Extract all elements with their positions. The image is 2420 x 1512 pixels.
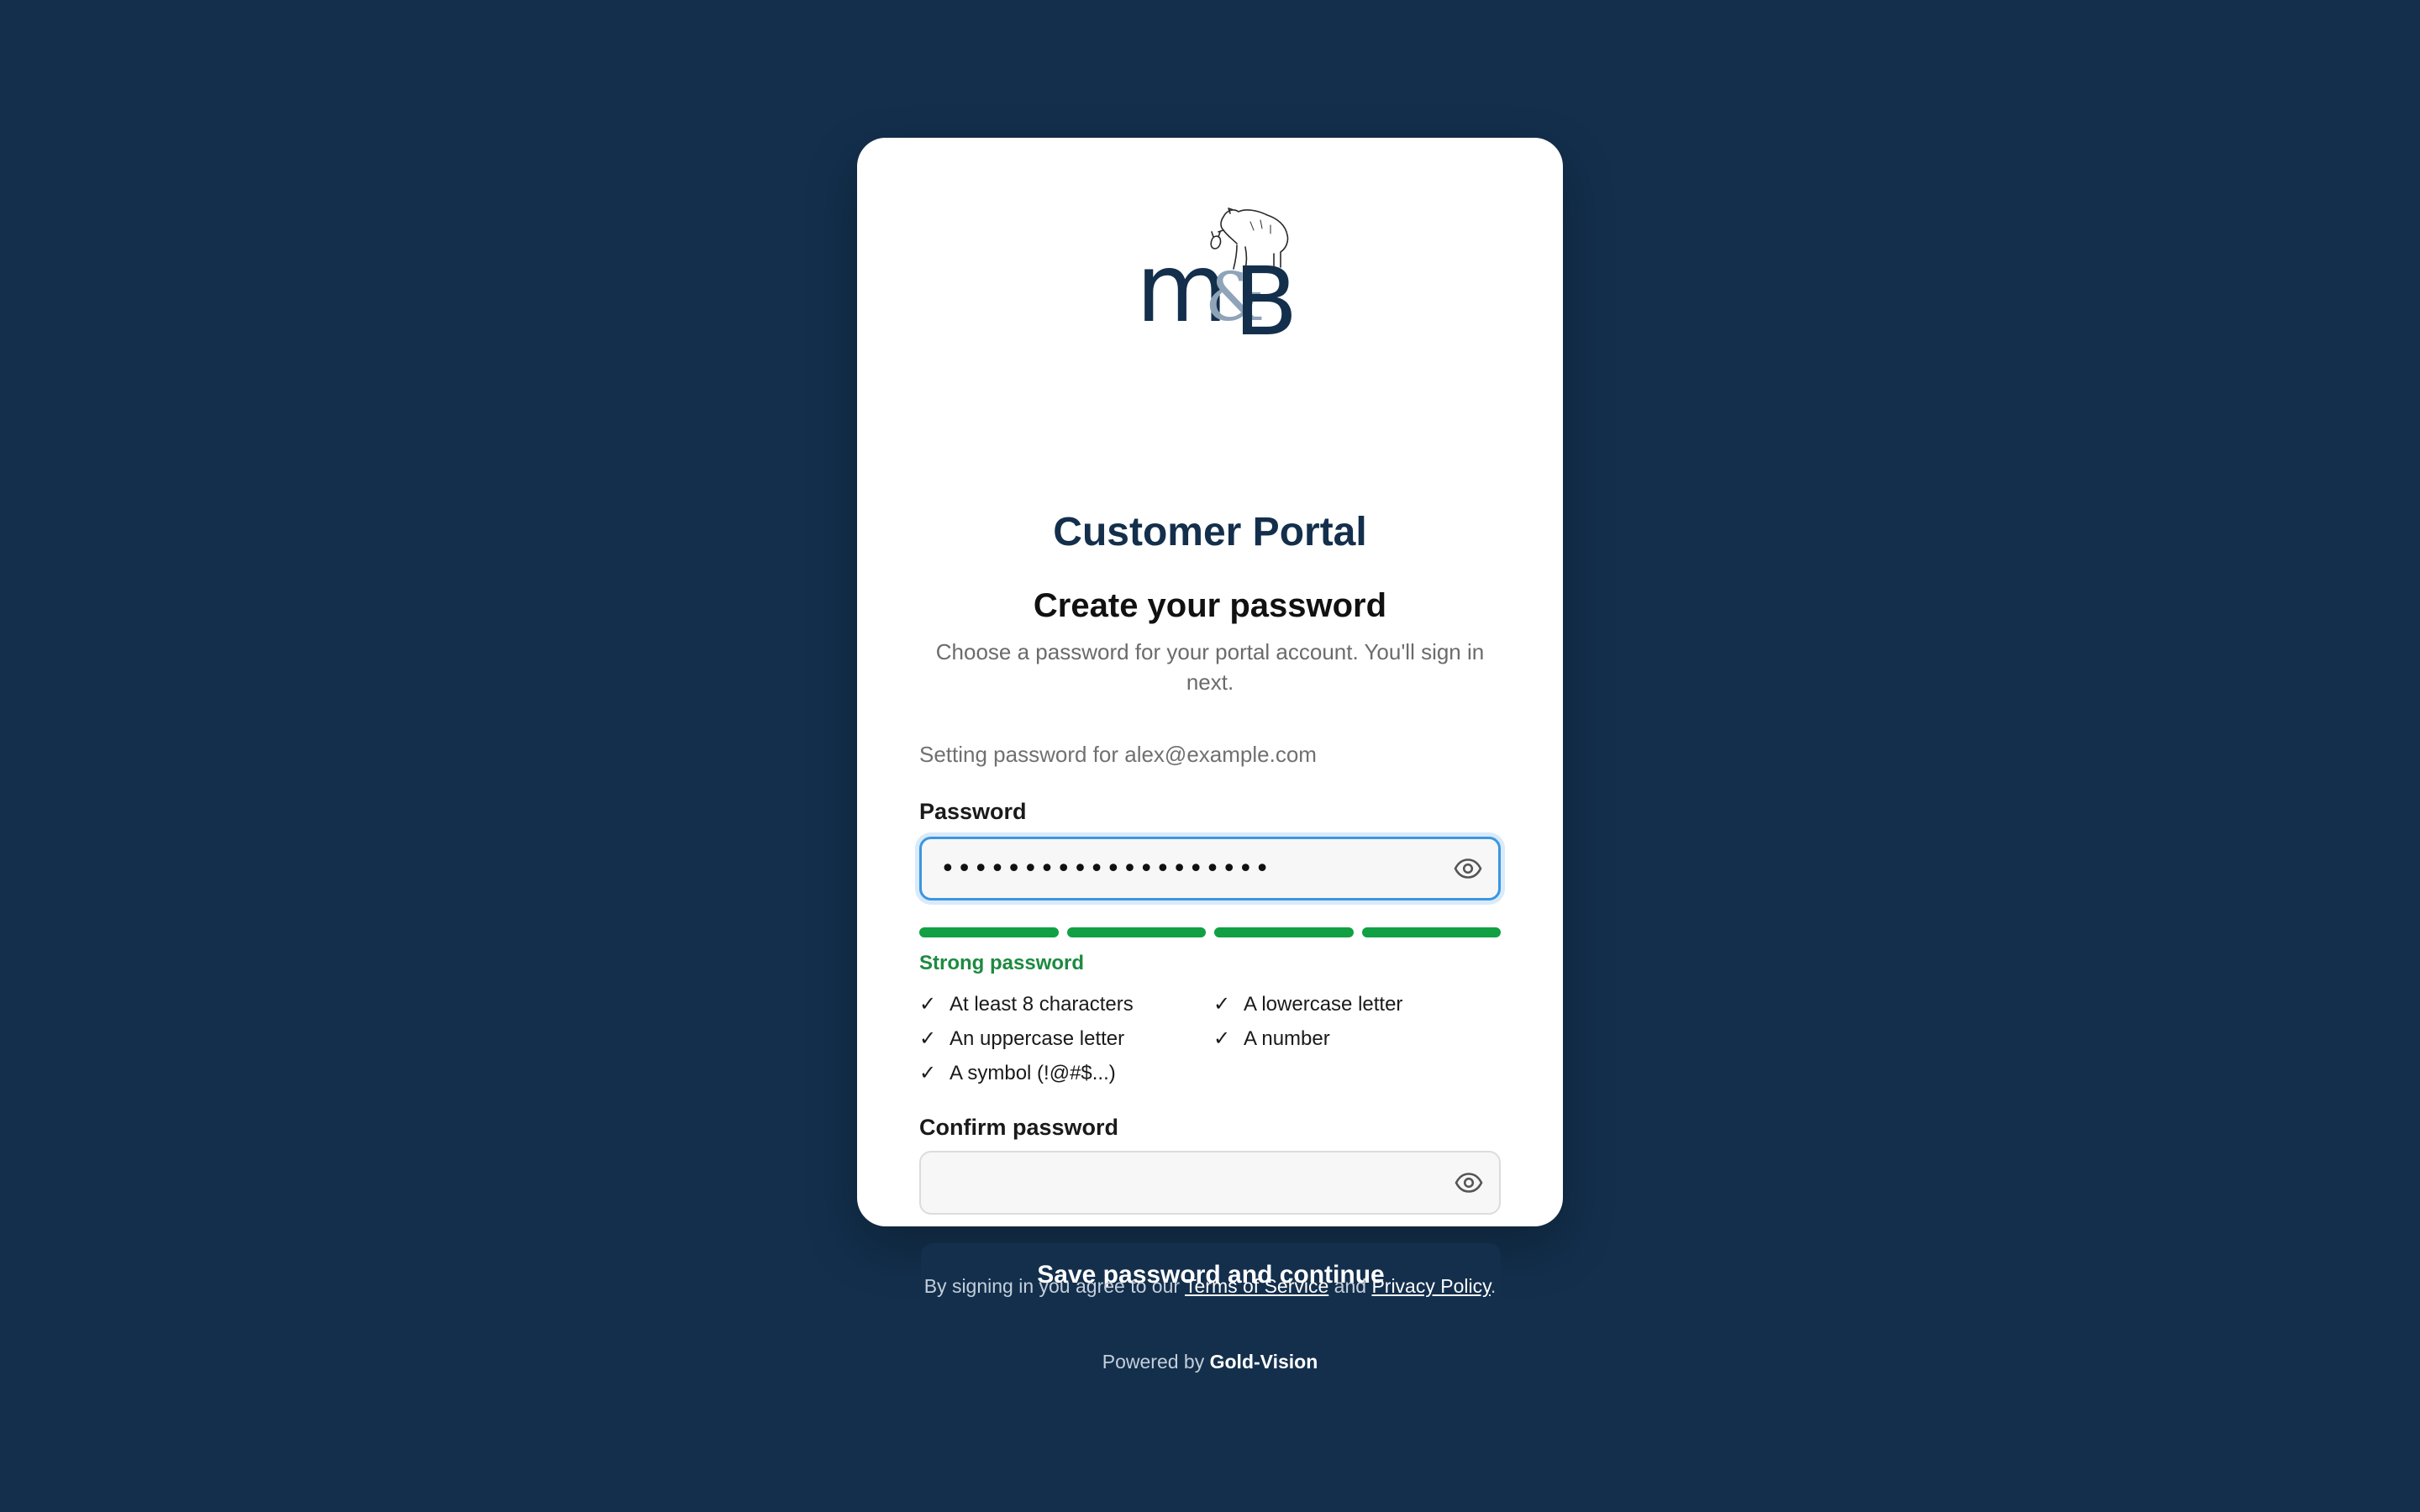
check-icon: ✓ [919,992,937,1016]
password-input[interactable] [940,839,1428,898]
check-icon: ✓ [1213,1026,1231,1050]
requirement-text: An uppercase letter [950,1027,1125,1050]
requirement-text: A lowercase letter [1244,993,1403,1016]
requirement-item: ✓ An uppercase letter [919,1024,1213,1053]
powered-by: Powered by Gold-Vision [0,1347,2420,1376]
confirm-password-field[interactable] [919,1151,1501,1215]
check-icon: ✓ [1213,992,1231,1016]
page-subtext: Choose a password for your portal accoun… [935,639,1485,695]
confirm-password-input[interactable] [939,1152,1427,1213]
requirement-text: At least 8 characters [950,993,1134,1016]
terms-and: and [1334,1275,1367,1297]
eye-icon[interactable] [1453,853,1483,884]
password-field[interactable] [919,837,1501,900]
terms-prefix: By signing in you agree to our [923,1275,1181,1297]
page: m & B Customer Portal Create your passwo… [0,0,2420,1512]
page-heading: Create your password [1033,587,1387,624]
password-strength-meter [919,927,1501,937]
requirement-item: ✓ At least 8 characters [919,990,1213,1019]
confirm-password-label: Confirm password [919,1115,1119,1140]
password-requirements: ✓ At least 8 characters ✓ A lowercase lett… [919,990,1501,1088]
strength-segment [1361,927,1501,937]
portal-title: Customer Portal [1053,510,1367,554]
check-icon: ✓ [919,1061,937,1084]
privacy-policy-link[interactable]: Privacy Policy [1371,1275,1490,1297]
bear-icon [1210,207,1289,270]
requirement-item: ✓ A lowercase letter [1213,990,1501,1019]
requirement-text: A symbol (!@#$...) [950,1062,1116,1084]
strength-segment [1214,927,1354,937]
check-icon: ✓ [919,1026,937,1050]
terms-of-service-link[interactable]: Terms of Service [1185,1275,1328,1297]
password-card: m & B Customer Portal Create your passwo… [857,138,1563,1307]
strength-segment [919,927,1059,937]
strength-segment [1066,927,1206,937]
requirement-item: ✓ A number [1213,1024,1501,1053]
requirement-item: ✓ A symbol (!@#$...) [919,1058,1213,1088]
brand-logo: m & B [1109,197,1311,357]
eye-icon[interactable] [1454,1168,1484,1198]
terms-notice: By signing in you agree to our Terms of … [0,1272,2420,1300]
password-label: Password [919,799,1027,824]
powered-prefix: Powered by [1102,1351,1205,1373]
terms-end: . [1490,1275,1497,1297]
requirement-text: A number [1244,1027,1330,1050]
account-email-note: Setting password for alex@example.com [919,742,1317,767]
strength-label: Strong password [919,952,1085,974]
powered-brand: Gold-Vision [1209,1351,1318,1373]
